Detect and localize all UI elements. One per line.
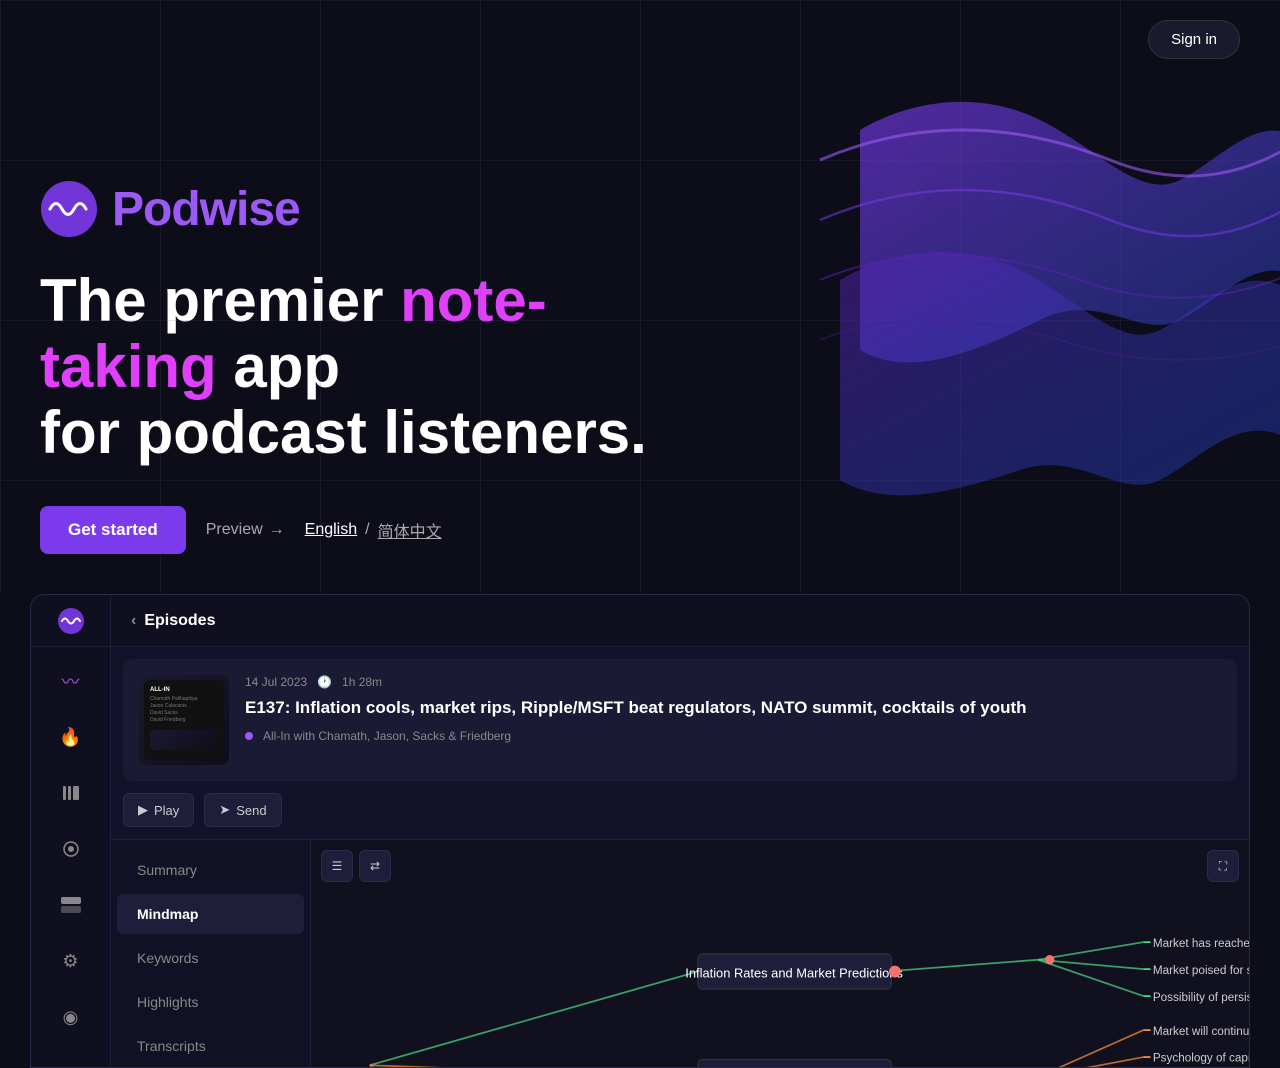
lang-links: English / 简体中文 <box>305 518 442 542</box>
sidebar-icon-wave[interactable]: 〰 <box>53 663 89 699</box>
mindmap-area: ☰ ⇄ ⛶ <box>311 840 1249 1068</box>
logo-area: Podwise <box>40 180 1240 238</box>
episode-thumbnail: ALL-IN Chamath PalihapitiyaJason Calacan… <box>139 675 229 765</box>
headline-line2: for podcast listeners. <box>40 399 647 466</box>
logo-text: Podwise <box>112 182 300 237</box>
logo-icon <box>40 180 98 238</box>
svg-text:Psychology of capital allocati: Psychology of capital allocation <box>1153 1052 1249 1065</box>
cta-row: Get started Preview → English / 简体中文 <box>40 506 1240 554</box>
episode-meta: 14 Jul 2023 🕐 1h 28m <box>245 675 1221 689</box>
sidebar-icon-settings[interactable]: ⚙ <box>53 943 89 979</box>
headline-part2: app <box>217 333 340 400</box>
preview-label: Preview <box>206 521 263 539</box>
tab-mindmap[interactable]: Mindmap <box>117 894 304 934</box>
svg-text:Market will continue to rise: Market will continue to rise <box>1153 1025 1249 1038</box>
sidebar-icon-card[interactable] <box>53 887 89 923</box>
lang-separator: / <box>365 521 369 539</box>
svg-text:Inflation Rates and Market Pre: Inflation Rates and Market Predictions <box>685 965 903 980</box>
sidebar-icon-library[interactable] <box>53 775 89 811</box>
episode-duration: 1h 28m <box>342 675 382 689</box>
svg-text:Market has reached its bottom: Market has reached its bottom <box>1153 937 1249 950</box>
preview-arrow: → <box>269 521 285 539</box>
header: Sign in <box>0 0 1280 79</box>
podcast-name: All-In with Chamath, Jason, Sacks & Frie… <box>263 729 511 743</box>
app-main-content: 〰 🔥 ⚙ ◉ ALL-IN Chamath PalihapitiyaJa <box>31 647 1249 1067</box>
podcast-dot-icon <box>245 732 253 740</box>
send-label: Send <box>236 803 266 818</box>
episode-area: ALL-IN Chamath PalihapitiyaJason Calacan… <box>111 647 1249 1067</box>
svg-text:Possibility of persistently hi: Possibility of persistently higher inter… <box>1153 991 1249 1004</box>
bottom-panel: Summary Mindmap Keywords Highlights Tran… <box>111 839 1249 1068</box>
headline: The premier note-taking app for podcast … <box>40 268 690 466</box>
mindmap-list-btn[interactable]: ☰ <box>321 850 353 882</box>
hero-section: Podwise The premier note-taking app for … <box>0 0 1280 594</box>
episode-card: ALL-IN Chamath PalihapitiyaJason Calacan… <box>123 659 1237 781</box>
mindmap-toolbar: ☰ ⇄ <box>321 850 391 882</box>
episode-title: E137: Inflation cools, market rips, Ripp… <box>245 697 1221 719</box>
app-logo-area <box>31 595 111 646</box>
headline-part1: The premier <box>40 267 400 334</box>
nav-tabs: Summary Mindmap Keywords Highlights Tran… <box>111 840 311 1068</box>
tab-transcripts[interactable]: Transcripts <box>117 1026 304 1066</box>
episode-info: 14 Jul 2023 🕐 1h 28m E137: Inflation coo… <box>245 675 1221 743</box>
action-buttons: ▶ Play ➤ Send <box>111 793 1249 839</box>
send-button[interactable]: ➤ Send <box>204 793 281 827</box>
episode-thumb-inner: ALL-IN Chamath PalihapitiyaJason Calacan… <box>144 680 224 760</box>
app-logo-icon <box>57 607 85 635</box>
episode-clock: 🕐 <box>317 675 332 689</box>
episode-date: 14 Jul 2023 <box>245 675 307 689</box>
sidebar-icon-flame[interactable]: 🔥 <box>53 719 89 755</box>
get-started-button[interactable]: Get started <box>40 506 186 554</box>
lang-english-link[interactable]: English <box>305 521 357 539</box>
mindmap-share-btn[interactable]: ⇄ <box>359 850 391 882</box>
play-icon: ▶ <box>138 802 148 818</box>
sign-in-button[interactable]: Sign in <box>1148 20 1240 59</box>
tab-highlights[interactable]: Highlights <box>117 982 304 1022</box>
preview-text: Preview → <box>206 521 285 539</box>
lang-chinese-link[interactable]: 简体中文 <box>378 518 442 542</box>
app-preview: ‹ Episodes 〰 🔥 ⚙ ◉ <box>30 594 1250 1068</box>
play-label: Play <box>154 803 179 818</box>
episode-podcast: All-In with Chamath, Jason, Sacks & Frie… <box>245 729 1221 743</box>
send-icon: ➤ <box>219 802 230 818</box>
wave-decoration <box>760 80 1280 500</box>
back-arrow[interactable]: ‹ <box>131 612 136 630</box>
svg-text:Market poised for significant: Market poised for significant upward mov… <box>1153 964 1249 977</box>
play-button[interactable]: ▶ Play <box>123 793 194 827</box>
sidebar-icon-account[interactable]: ◉ <box>53 999 89 1035</box>
episodes-header: ‹ Episodes <box>111 612 235 630</box>
mindmap-svg: Inflation Rates and Market Predictions M… <box>311 840 1249 1068</box>
mindmap-expand-btn[interactable]: ⛶ <box>1207 850 1239 882</box>
episodes-label: Episodes <box>144 612 215 630</box>
sidebar-icon-podcast[interactable] <box>53 831 89 867</box>
app-topbar: ‹ Episodes <box>31 595 1249 647</box>
sidebar-icons: 〰 🔥 ⚙ ◉ <box>31 647 111 1067</box>
tab-summary[interactable]: Summary <box>117 850 304 890</box>
tab-keywords[interactable]: Keywords <box>117 938 304 978</box>
